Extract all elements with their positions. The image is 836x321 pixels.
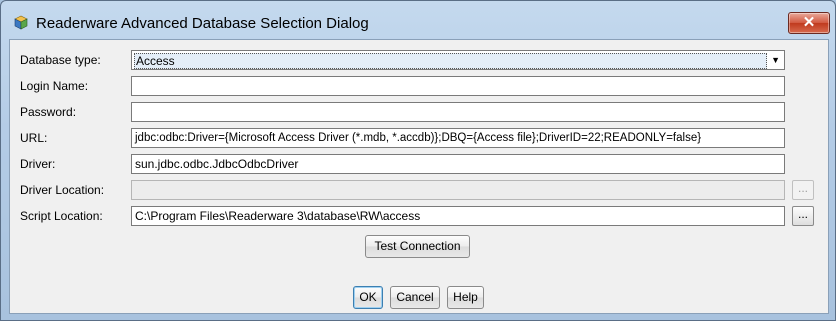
close-button[interactable]: ✕ — [788, 12, 830, 34]
script-location-browse-button[interactable]: ... — [792, 206, 814, 226]
driver-location-browse-button: ... — [792, 180, 814, 200]
driver-input[interactable]: sun.jdbc.odbc.JdbcOdbcDriver — [131, 154, 785, 174]
chevron-down-icon[interactable]: ▼ — [771, 51, 780, 69]
database-type-label: Database type: — [20, 53, 101, 67]
close-icon: ✕ — [802, 14, 816, 31]
login-name-input[interactable] — [131, 76, 785, 96]
driver-location-label: Driver Location: — [20, 183, 105, 197]
dialog-body: Database type: Access ▼ Login Name: Pass… — [9, 39, 829, 314]
script-location-input[interactable]: C:\Program Files\Readerware 3\database\R… — [131, 206, 785, 226]
driver-location-input — [131, 180, 785, 200]
test-connection-button[interactable]: Test Connection — [365, 235, 470, 258]
cancel-button[interactable]: Cancel — [390, 286, 440, 309]
ok-button[interactable]: OK — [353, 286, 383, 309]
database-type-select[interactable]: Access ▼ — [131, 50, 785, 70]
title-bar[interactable]: Readerware Advanced Database Selection D… — [1, 1, 835, 41]
login-name-label: Login Name: — [20, 79, 89, 93]
app-icon — [14, 15, 28, 30]
script-location-label: Script Location: — [20, 209, 103, 223]
url-label: URL: — [20, 131, 48, 145]
password-input[interactable] — [131, 102, 785, 122]
password-label: Password: — [20, 105, 77, 119]
dialog-window: Readerware Advanced Database Selection D… — [0, 0, 836, 321]
driver-label: Driver: — [20, 157, 56, 171]
window-title: Readerware Advanced Database Selection D… — [36, 15, 369, 32]
help-button[interactable]: Help — [447, 286, 484, 309]
database-type-value: Access — [134, 53, 767, 69]
url-input[interactable]: jdbc:odbc:Driver={Microsoft Access Drive… — [131, 128, 785, 148]
